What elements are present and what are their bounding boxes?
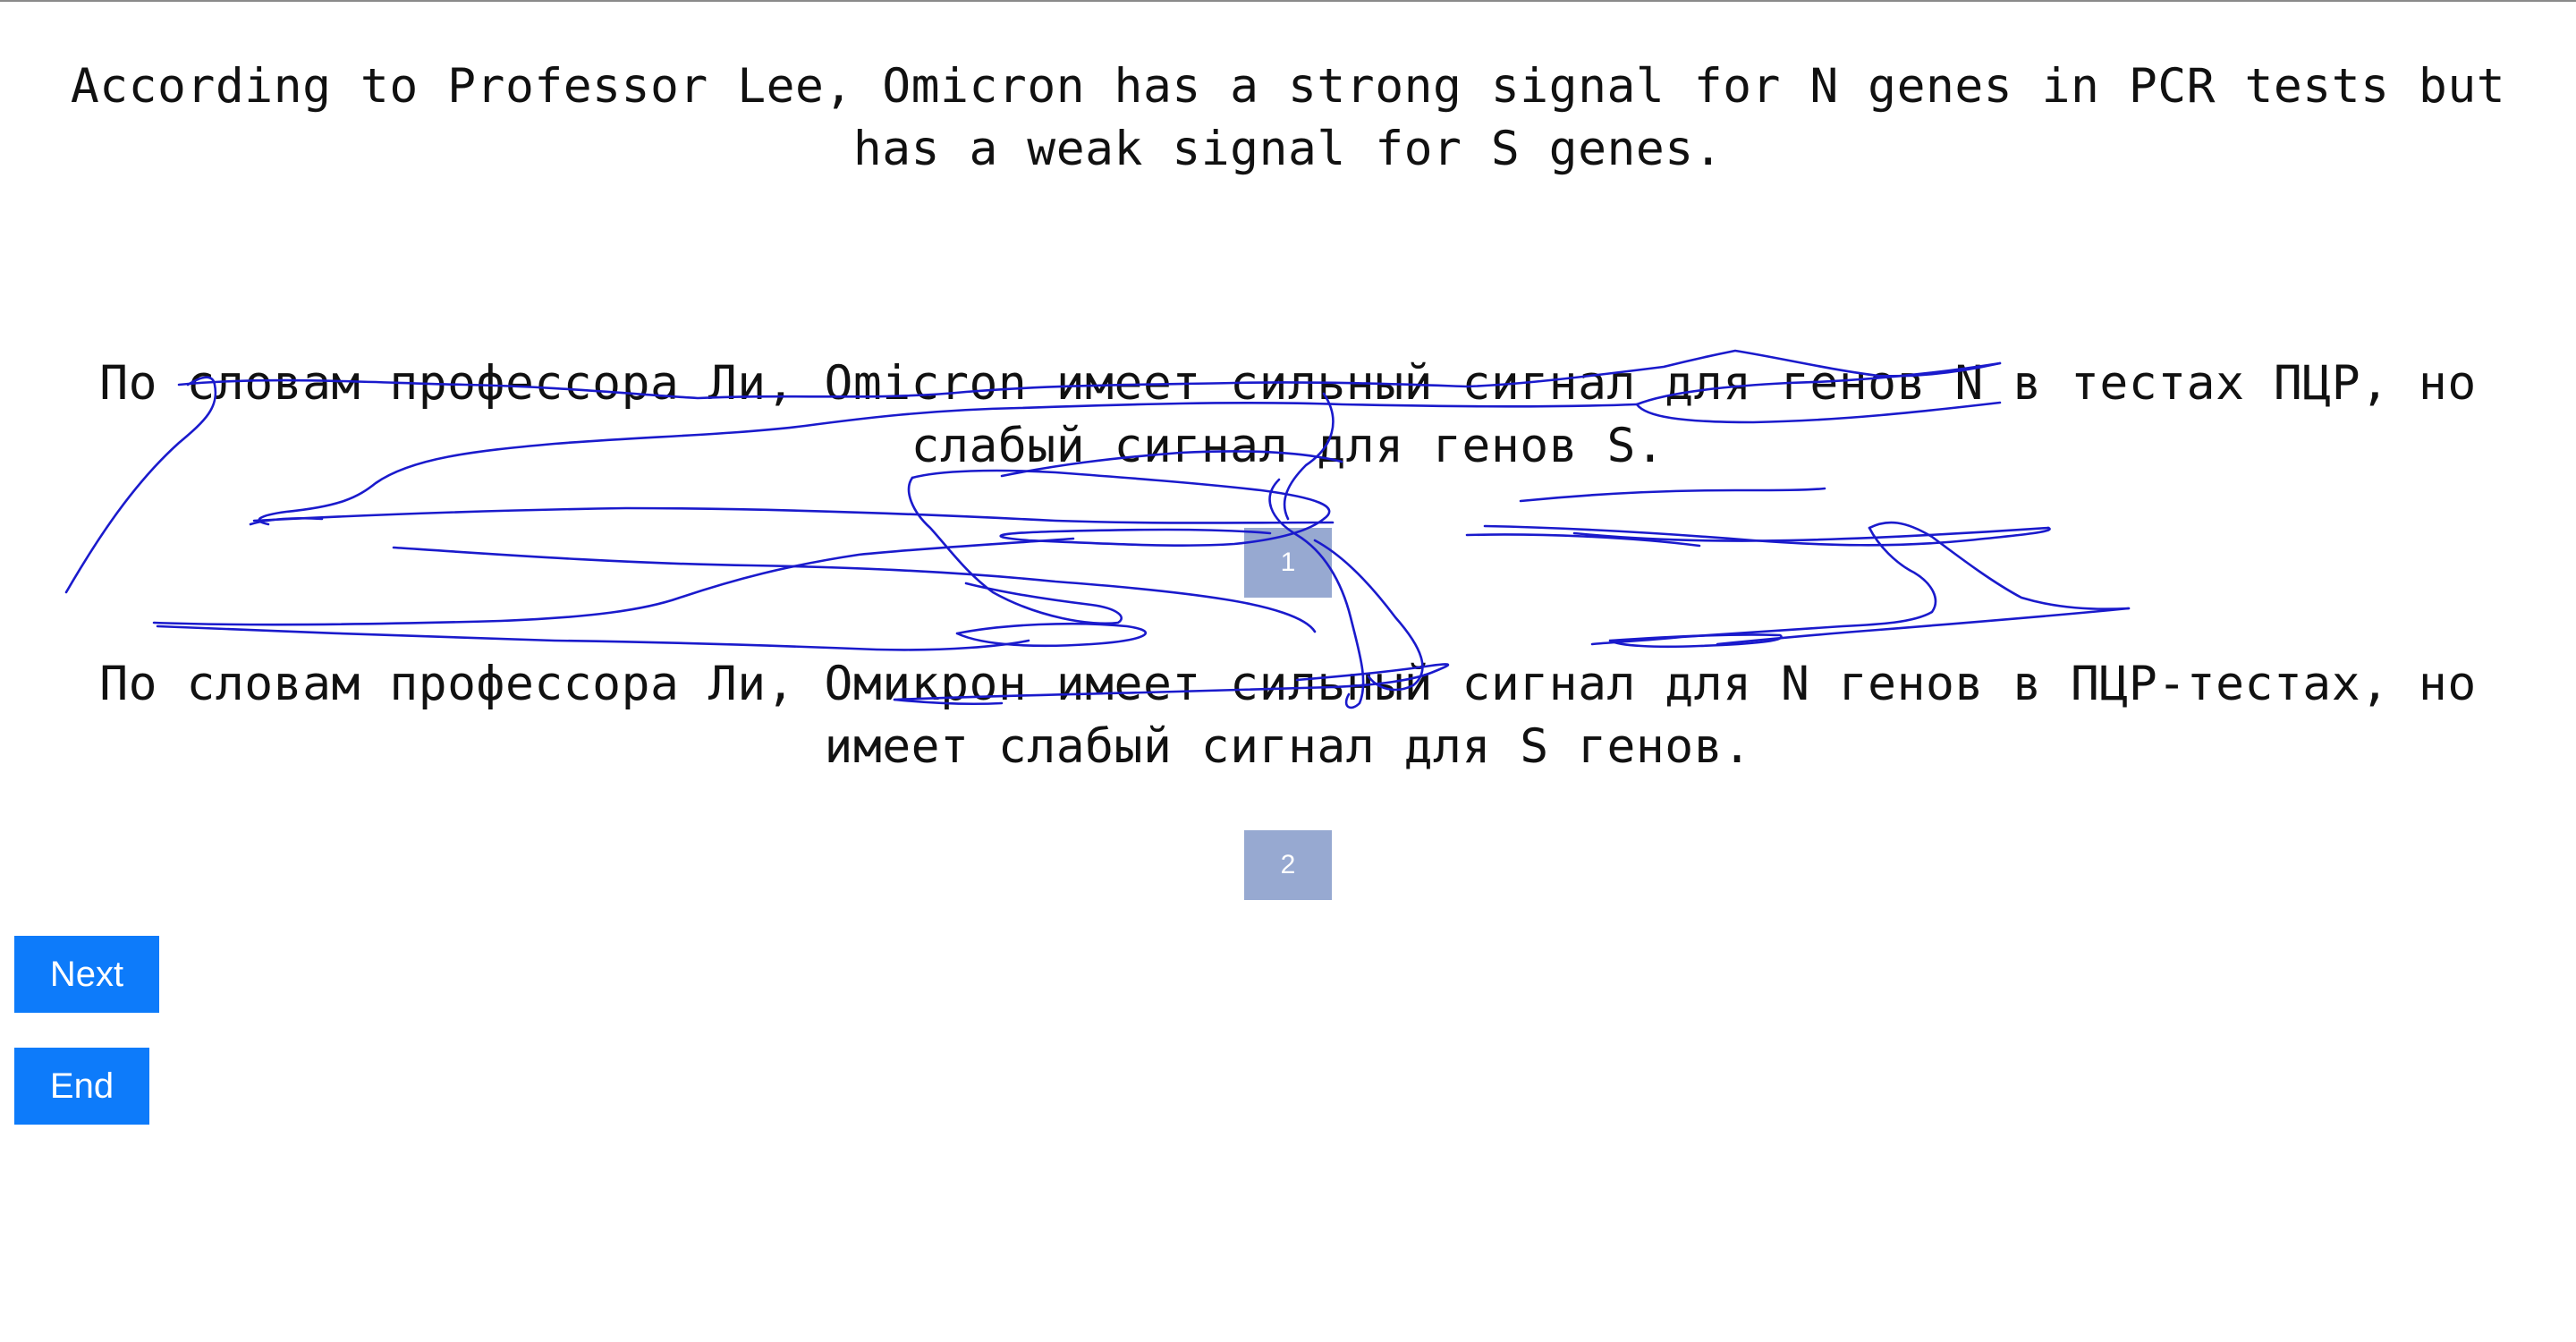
source-sentence: According to Professor Lee, Omicron has … <box>70 59 2506 176</box>
translation-1-select-button[interactable]: 1 <box>1244 528 1332 598</box>
top-border <box>0 0 2576 2</box>
translation-option-1: По словам профессора Ли, Omicron имеет с… <box>99 356 2477 473</box>
end-button[interactable]: End <box>14 1048 149 1125</box>
translation-option-2: По словам профессора Ли, Омикрон имеет с… <box>99 657 2477 774</box>
next-button[interactable]: Next <box>14 936 159 1013</box>
translation-2-select-button[interactable]: 2 <box>1244 830 1332 900</box>
